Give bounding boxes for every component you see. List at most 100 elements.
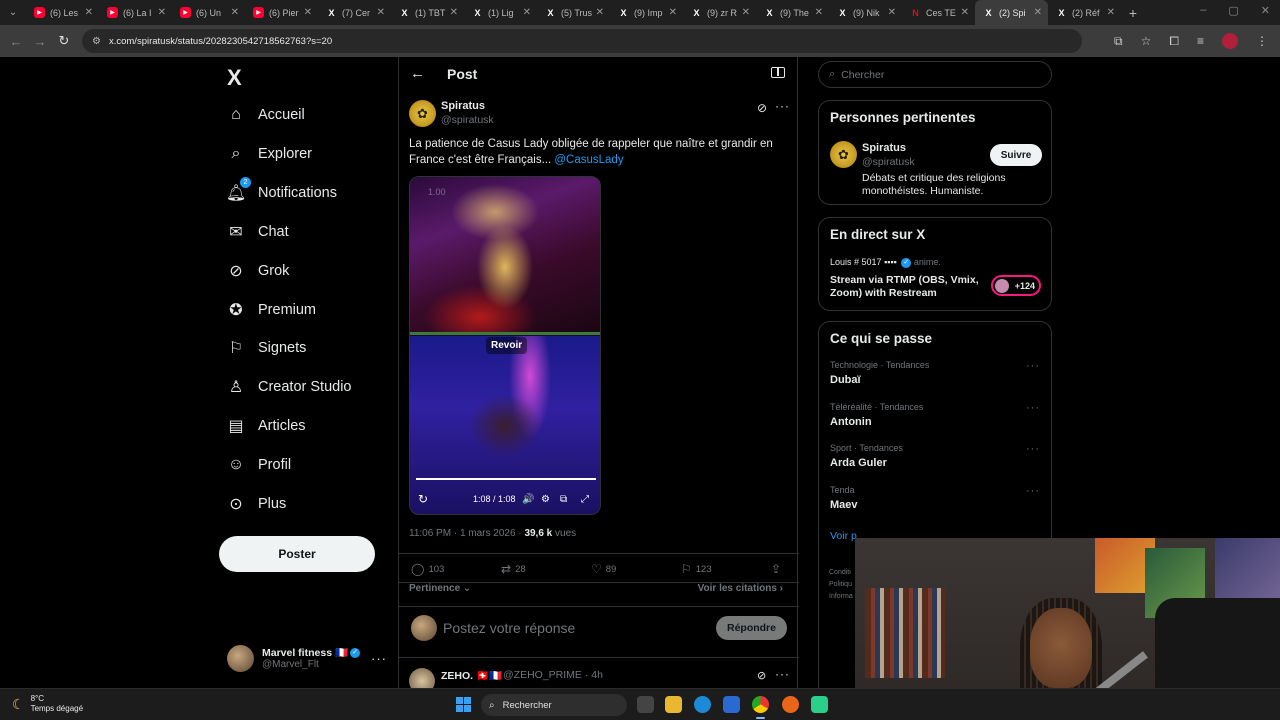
- like-action[interactable]: ♡ 89: [591, 562, 616, 576]
- sort-dropdown[interactable]: Pertinence ⌄: [409, 583, 471, 594]
- more-icon[interactable]: ···: [1026, 485, 1040, 497]
- close-tab-icon[interactable]: ✕: [85, 7, 93, 18]
- sidebar-item-profil[interactable]: ☺ Profil: [227, 450, 291, 480]
- footer-link[interactable]: Conditi: [829, 567, 853, 579]
- close-tab-icon[interactable]: ✕: [961, 7, 969, 18]
- repost-action[interactable]: ⇄ 28: [501, 562, 526, 576]
- replay-button[interactable]: Revoir: [486, 337, 528, 354]
- windows-start-icon[interactable]: [456, 697, 471, 712]
- close-tab-icon[interactable]: ✕: [742, 7, 750, 18]
- more-icon[interactable]: ···: [775, 667, 790, 681]
- close-tab-icon[interactable]: ✕: [1034, 7, 1042, 18]
- reply-action[interactable]: ◯ 103: [411, 562, 444, 576]
- new-tab-button[interactable]: +: [1121, 5, 1145, 21]
- x-logo-icon[interactable]: X: [227, 65, 242, 91]
- picture-in-picture-icon[interactable]: ⧉: [560, 494, 567, 505]
- file-explorer-icon[interactable]: [665, 696, 682, 713]
- follow-button[interactable]: Suivre: [990, 144, 1042, 166]
- app-icon[interactable]: [811, 696, 828, 713]
- address-bar[interactable]: ⚙ x.com/spiratusk/status/202823054271856…: [82, 29, 1082, 53]
- avatar[interactable]: [409, 668, 435, 688]
- reload-icon[interactable]: ↻: [52, 33, 76, 49]
- volume-icon[interactable]: 🔊: [522, 494, 534, 505]
- settings-icon[interactable]: ⚙: [541, 494, 550, 505]
- video-player[interactable]: 1.00 Revoir ↻ 1:08 / 1:08 🔊 ⚙ ⧉ ⤢: [409, 176, 601, 515]
- close-tab-icon[interactable]: ✕: [888, 7, 896, 18]
- weather-widget[interactable]: ☾ 8°C Temps dégagé: [12, 694, 83, 714]
- person-handle[interactable]: @spiratusk: [862, 156, 915, 168]
- media-icon[interactable]: ≡: [1197, 34, 1204, 48]
- account-switcher[interactable]: Marvel fitness 🇫🇷 ✓ @Marvel_Flt ···: [227, 640, 387, 676]
- close-tab-icon[interactable]: ✕: [669, 7, 677, 18]
- author-name[interactable]: Spiratus: [441, 100, 485, 112]
- sidebar-item-chat[interactable]: ✉ Chat: [227, 217, 288, 247]
- back-arrow-icon[interactable]: ←: [410, 65, 425, 82]
- store-icon[interactable]: [723, 696, 740, 713]
- trend-item[interactable]: Tenda Maev ···: [830, 485, 1040, 511]
- back-nav-icon[interactable]: ←: [4, 34, 28, 49]
- browser-tab[interactable]: N Ces TE ✕: [902, 0, 975, 25]
- show-more-link[interactable]: Voir p: [830, 530, 857, 542]
- sidebar-item-plus[interactable]: ⊙ Plus: [227, 489, 286, 519]
- sidebar-item-creator-studio[interactable]: ♙ Creator Studio: [227, 372, 352, 402]
- fullscreen-icon[interactable]: ⤢: [581, 494, 589, 505]
- close-tab-icon[interactable]: ✕: [304, 7, 312, 18]
- post-button[interactable]: Poster: [219, 536, 375, 572]
- more-icon[interactable]: ···: [371, 651, 387, 666]
- more-icon[interactable]: ···: [1026, 360, 1040, 372]
- close-tab-icon[interactable]: ✕: [450, 7, 458, 18]
- forward-nav-icon[interactable]: →: [28, 34, 52, 49]
- view-quotes-link[interactable]: Voir les citations ›: [698, 583, 783, 594]
- close-tab-icon[interactable]: ✕: [377, 7, 385, 18]
- grok-icon[interactable]: ⊘: [757, 101, 767, 115]
- tweet-date[interactable]: 1 mars 2026: [460, 528, 516, 539]
- maximize-icon[interactable]: ▢: [1228, 4, 1238, 17]
- browser-menu-icon[interactable]: ⋮: [1256, 34, 1268, 48]
- sidebar-item-articles[interactable]: ▤ Articles: [227, 411, 305, 441]
- browser-tab[interactable]: X (9) Nik ✕: [829, 0, 902, 25]
- bookmark-action[interactable]: ⚐ 123: [681, 562, 712, 576]
- trend-item[interactable]: Sport · Tendances Arda Guler ···: [830, 443, 1040, 469]
- sidebar-item-explorer[interactable]: ⌕ Explorer: [227, 139, 312, 169]
- trend-item[interactable]: Téléréalité · Tendances Antonin ···: [830, 402, 1040, 428]
- taskbar-search[interactable]: ⌕ Rechercher: [481, 694, 627, 716]
- author-avatar[interactable]: ✿: [409, 100, 436, 127]
- reader-mode-icon[interactable]: [771, 67, 785, 78]
- close-tab-icon[interactable]: ✕: [1107, 7, 1115, 18]
- site-info-icon[interactable]: ⚙: [92, 36, 101, 47]
- avatar[interactable]: ✿: [830, 141, 857, 168]
- footer-link[interactable]: Politiqu: [829, 579, 853, 591]
- replay-icon[interactable]: ↻: [418, 492, 428, 506]
- close-tab-icon[interactable]: ✕: [596, 7, 604, 18]
- chrome-icon[interactable]: [752, 696, 769, 719]
- author-handle[interactable]: @spiratusk: [441, 114, 494, 126]
- footer-link[interactable]: Informa: [829, 591, 853, 603]
- browser-tab[interactable]: X (1) Lig ✕: [464, 0, 537, 25]
- browser-tab[interactable]: X (9) Imp ✕: [610, 0, 683, 25]
- reply-input[interactable]: Postez votre réponse: [443, 620, 575, 636]
- reply-author-name[interactable]: ZEHO. 🇨🇭🇫🇷: [441, 669, 502, 682]
- browser-tab[interactable]: X (9) zr R ✕: [683, 0, 756, 25]
- more-icon[interactable]: ···: [1026, 402, 1040, 414]
- video-progress-bar[interactable]: [416, 478, 596, 480]
- close-window-icon[interactable]: ✕: [1261, 4, 1270, 17]
- firefox-icon[interactable]: [782, 696, 799, 713]
- mention-link[interactable]: @CasusLady: [554, 154, 623, 166]
- browser-tab[interactable]: ▶ (6) Pier ✕: [245, 0, 318, 25]
- browser-tab[interactable]: X (9) The ✕: [756, 0, 829, 25]
- sidebar-item-notifications[interactable]: 🔔︎ 2 Notifications: [226, 176, 337, 208]
- search-input[interactable]: ⌕ Chercher: [818, 61, 1052, 88]
- close-tab-icon[interactable]: ✕: [231, 7, 239, 18]
- browser-tab[interactable]: ▶ (6) Les ✕: [26, 0, 99, 25]
- task-view-icon[interactable]: [637, 696, 654, 713]
- sidebar-item-signets[interactable]: ⚐ Signets: [227, 333, 307, 363]
- person-name[interactable]: Spiratus: [862, 142, 906, 154]
- edge-icon[interactable]: [694, 696, 711, 713]
- grok-icon[interactable]: ⊘: [757, 669, 766, 682]
- tweet-time[interactable]: 11:06 PM: [409, 528, 451, 539]
- reply-item[interactable]: ZEHO. 🇨🇭🇫🇷 @ZEHO_PRIME · 4h ⊘ ···: [409, 666, 789, 688]
- browser-tab[interactable]: X (5) Trus ✕: [537, 0, 610, 25]
- share-action[interactable]: ⇪: [771, 562, 785, 576]
- close-tab-icon[interactable]: ✕: [523, 7, 531, 18]
- reply-button[interactable]: Répondre: [716, 616, 787, 640]
